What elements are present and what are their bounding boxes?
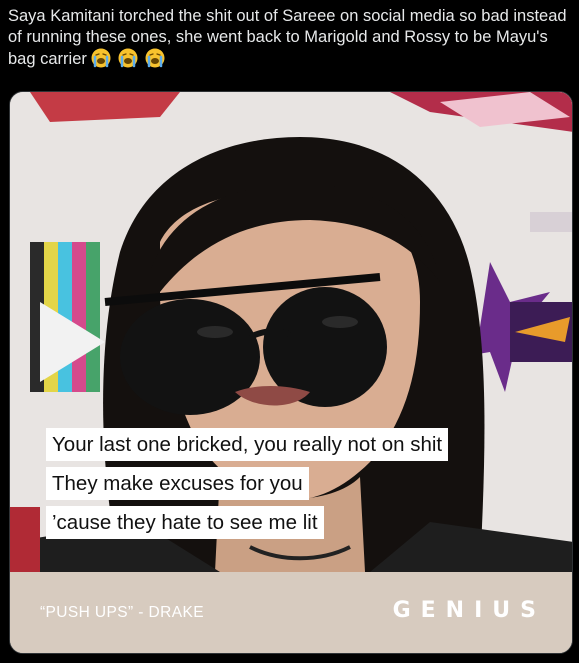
card-footer: “PUSH UPS” - DRAKE GENIUS xyxy=(10,572,572,653)
genius-logo: GENIUS xyxy=(392,598,546,623)
loudly-crying-face-icon xyxy=(91,48,111,68)
emoji-row xyxy=(91,48,166,74)
loudly-crying-face-icon xyxy=(118,48,138,68)
tweet-text-block: Saya Kamitani torched the shit out of Sa… xyxy=(8,6,568,74)
lyric-line: ’cause they hate to see me lit xyxy=(46,506,324,539)
lyrics-overlay: Your last one bricked, you really not on… xyxy=(46,428,449,545)
song-credit: “PUSH UPS” - DRAKE xyxy=(40,604,204,621)
media-card[interactable]: Your last one bricked, you really not on… xyxy=(9,91,573,654)
meme-photo[interactable]: Your last one bricked, you really not on… xyxy=(10,92,572,572)
lyric-line: Your last one bricked, you really not on… xyxy=(46,428,449,461)
lyric-line: They make excuses for you xyxy=(46,467,309,500)
loudly-crying-face-icon xyxy=(145,48,165,68)
